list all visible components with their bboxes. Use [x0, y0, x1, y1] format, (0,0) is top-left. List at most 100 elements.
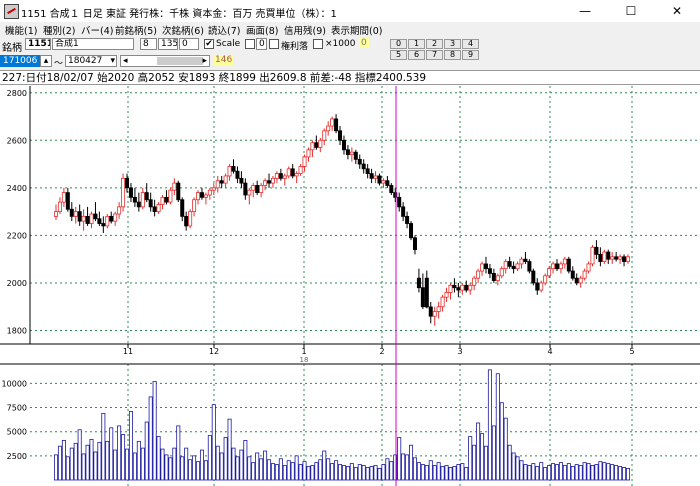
price-tick-label: 2000 [7, 279, 27, 288]
volume-bar [113, 449, 118, 481]
candle-body [464, 284, 469, 291]
volume-bar [460, 463, 465, 481]
candle-body [483, 263, 488, 270]
volume-bar [416, 462, 421, 481]
candle-body [381, 180, 386, 184]
candle-body [507, 261, 512, 267]
candle-body [405, 215, 410, 224]
candle-body [594, 246, 599, 255]
price-tick-label: 2800 [7, 89, 27, 98]
candle-body [558, 263, 563, 270]
candle-body [495, 275, 500, 281]
candle-body [397, 196, 402, 208]
volume-tick-label: 10000 [2, 379, 27, 388]
volume-bar [499, 402, 504, 481]
volume-bar [223, 437, 228, 481]
volume-bar [381, 464, 386, 481]
volume-bar [365, 467, 370, 481]
candle-body [349, 151, 354, 155]
volume-bar [215, 445, 220, 481]
volume-bar [558, 462, 563, 481]
candle-body [199, 192, 204, 198]
volume-bar [235, 456, 240, 481]
candle-body [310, 142, 315, 151]
candle-body [219, 180, 224, 184]
volume-bar [586, 463, 591, 481]
volume-bar [73, 442, 78, 481]
candle-body [326, 125, 331, 132]
volume-bar [562, 465, 567, 481]
volume-bar [184, 447, 189, 481]
volume-tick-label: 5000 [7, 428, 27, 437]
volume-bar [203, 460, 208, 481]
candle-body [598, 254, 603, 262]
volume-bar [231, 447, 236, 481]
volume-bar [547, 465, 552, 481]
volume-bar [227, 418, 232, 481]
volume-bar [251, 462, 256, 481]
volume-bar [341, 465, 346, 481]
candle-body [93, 213, 98, 220]
candle-body [614, 256, 619, 260]
volume-bar [294, 455, 299, 481]
volume-bar [436, 462, 441, 481]
volume-bar [531, 463, 536, 481]
volume-bar [160, 448, 165, 481]
candle-body [318, 139, 323, 148]
volume-bar [412, 457, 417, 481]
candle-body [176, 182, 181, 201]
volume-bar [247, 456, 252, 481]
volume-bar [148, 396, 153, 481]
volume-bar [515, 456, 520, 481]
candle-body [128, 187, 133, 198]
candle-body [554, 263, 559, 270]
candle-body [523, 258, 528, 262]
candle-body [263, 180, 268, 186]
volume-bar [274, 464, 279, 481]
candle-body [456, 287, 461, 291]
candle-body [416, 277, 421, 289]
volume-bar [152, 381, 157, 481]
candle-body [412, 237, 417, 251]
volume-bar [156, 436, 161, 481]
candle-body [259, 185, 264, 194]
candle-body [491, 273, 496, 281]
volume-bar [420, 464, 425, 481]
volume-bar [338, 464, 343, 481]
candle-body [156, 204, 161, 213]
candle-body [267, 180, 272, 184]
candle-body [515, 263, 520, 270]
volume-bar [136, 440, 141, 481]
candle-body [334, 118, 339, 132]
price-tick-label: 2400 [7, 184, 27, 193]
candle-body [294, 173, 299, 177]
volume-bar [176, 425, 181, 481]
candle-body [547, 268, 552, 277]
volume-bar [401, 453, 406, 481]
candle-body [503, 261, 508, 270]
candle-body [436, 306, 441, 312]
candle-body [357, 158, 362, 165]
month-label: 12 [209, 347, 219, 356]
volume-bar [578, 465, 583, 481]
candle-body [432, 311, 437, 317]
volume-bar [140, 447, 145, 481]
candle-body [65, 192, 70, 210]
volume-bar [54, 454, 59, 481]
candle-body [314, 142, 319, 148]
volume-bar [452, 466, 457, 481]
price-tick-label: 2200 [7, 231, 27, 240]
volume-bar [554, 464, 559, 481]
volume-bar [196, 461, 201, 481]
volume-bar [345, 466, 350, 481]
volume-bar [444, 465, 449, 481]
candle-body [251, 185, 256, 191]
candle-body [420, 287, 425, 308]
stock-chart[interactable]: 1800 2000 2200 2400 2600 2800 2500 5000 7500 100… [0, 0, 700, 486]
volume-bar [369, 466, 374, 481]
volume-bar [440, 466, 445, 481]
candle-body [562, 258, 567, 265]
volume-bar [132, 452, 137, 481]
candle-body [125, 177, 130, 189]
volume-bar [357, 464, 362, 481]
